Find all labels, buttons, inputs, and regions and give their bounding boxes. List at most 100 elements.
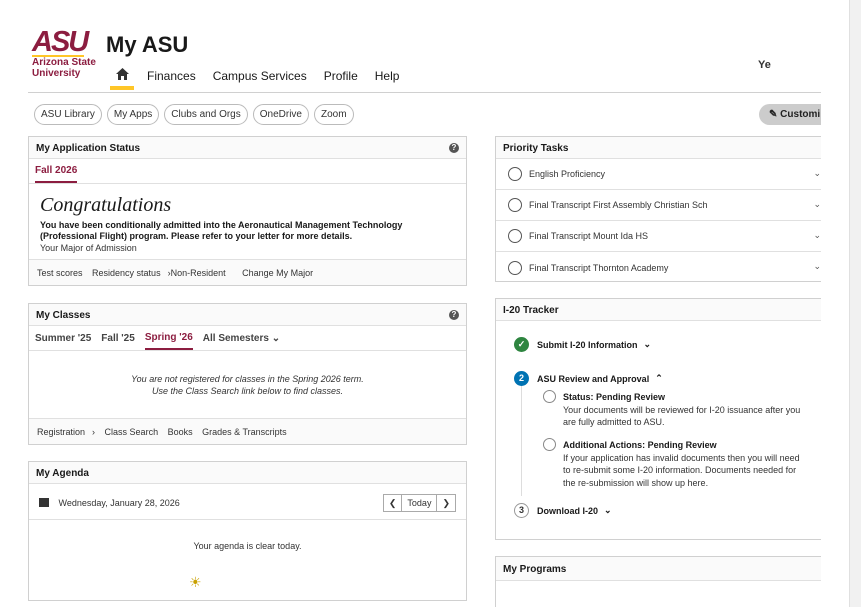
change-major-link[interactable]: Change My Major bbox=[242, 268, 313, 278]
card-header: My Agenda bbox=[29, 462, 466, 484]
task-status-icon bbox=[508, 260, 522, 275]
agenda-date-row: Wednesday, January 28, 2026 ❮ Today ❯ bbox=[29, 484, 466, 520]
card-title: My Application Status bbox=[36, 143, 141, 154]
agenda-date: Wednesday, January 28, 2026 bbox=[58, 498, 180, 508]
page: ASU Arizona State University My ASU Fina… bbox=[0, 0, 861, 607]
chevron-down-icon: ⌄ bbox=[643, 339, 652, 349]
nav-help[interactable]: Help bbox=[375, 66, 400, 83]
page-scrollbar[interactable] bbox=[849, 0, 861, 607]
asu-logo[interactable]: ASU Arizona State University bbox=[32, 28, 96, 79]
actions-text: If your application has invalid document… bbox=[563, 452, 800, 488]
task-status-icon bbox=[508, 229, 522, 243]
tab-summer-25[interactable]: Summer '25 bbox=[35, 328, 91, 349]
task-label: English Proficiency bbox=[529, 169, 606, 179]
quicklink-onedrive[interactable]: OneDrive bbox=[252, 104, 309, 125]
next-day-button[interactable]: ❯ bbox=[437, 495, 455, 511]
pencil-icon: ✎ bbox=[769, 109, 778, 120]
my-classes-card: My Classes ? Summer '25 Fall '25 Spring … bbox=[28, 303, 467, 445]
books-link[interactable]: Books bbox=[168, 427, 193, 437]
user-name[interactable]: Ye bbox=[758, 59, 820, 71]
nav-profile[interactable]: Profile bbox=[324, 66, 358, 83]
application-footer: Test scores Residency status ›Non-Residen… bbox=[29, 259, 466, 285]
i20-tracker-card: I-20 Tracker ✓ Submit I-20 Information ⌄… bbox=[495, 298, 821, 540]
card-header: I-20 Tracker bbox=[496, 299, 821, 321]
additional-actions: Additional Actions: Pending Review If yo… bbox=[543, 438, 808, 489]
quicklink-clubs-and-orgs[interactable]: Clubs and Orgs bbox=[164, 104, 248, 125]
home-icon bbox=[115, 68, 129, 80]
step-label: Submit I-20 Information bbox=[537, 339, 638, 350]
check-icon: ✓ bbox=[514, 337, 529, 352]
status-pending-review: Status: Pending Review Your documents wi… bbox=[543, 390, 808, 429]
classes-footer: Registration › Class Search Books Grades … bbox=[29, 418, 466, 444]
help-icon[interactable]: ? bbox=[449, 310, 459, 320]
card-header: My Classes ? bbox=[29, 304, 466, 326]
card-header: Priority Tasks bbox=[496, 137, 821, 159]
previous-day-button[interactable]: ❮ bbox=[384, 495, 403, 511]
step-download-i20[interactable]: 3 Download I-20 ⌄ bbox=[514, 503, 612, 518]
step-submit-i20[interactable]: ✓ Submit I-20 Information ⌄ bbox=[514, 337, 651, 352]
logo-subtitle-2: University bbox=[32, 68, 81, 79]
step-number: 3 bbox=[514, 503, 529, 518]
logo-subtitle-1: Arizona State bbox=[32, 57, 96, 68]
tab-all-semesters[interactable]: All Semesters ⌄ bbox=[203, 328, 280, 349]
chevron-down-icon: ⌄ bbox=[813, 261, 821, 271]
residency-status-label: Residency status bbox=[92, 268, 161, 278]
tracker-line bbox=[521, 376, 522, 496]
customize-button[interactable]: ✎ Customi bbox=[759, 104, 821, 125]
registration-link[interactable]: Registration › bbox=[37, 427, 95, 437]
tab-fall-25[interactable]: Fall '25 bbox=[101, 328, 135, 349]
tab-spring-26[interactable]: Spring '26 bbox=[144, 327, 193, 350]
task-item[interactable]: Final Transcript Thornton Academy ⌄ bbox=[496, 252, 821, 283]
step-asu-review[interactable]: 2 ASU Review and Approval ⌃ bbox=[514, 371, 663, 386]
chevron-down-icon: ⌄ bbox=[813, 199, 821, 209]
card-header: My Programs bbox=[496, 557, 821, 581]
customize-label: Customi bbox=[780, 109, 821, 120]
quicklink-my-apps[interactable]: My Apps bbox=[106, 104, 160, 125]
class-search-link[interactable]: Class Search bbox=[105, 427, 159, 437]
nav-campus-services[interactable]: Campus Services bbox=[213, 66, 307, 83]
residency-status-link[interactable]: Residency status ›Non-Resident bbox=[92, 268, 233, 278]
task-item[interactable]: English Proficiency ⌄ bbox=[496, 159, 821, 190]
tracker-steps: ✓ Submit I-20 Information ⌄ 2 ASU Review… bbox=[496, 321, 821, 545]
help-icon[interactable]: ? bbox=[449, 143, 459, 153]
step-number: 2 bbox=[514, 371, 529, 386]
status-circle-icon bbox=[543, 390, 556, 403]
quicklink-asu-library[interactable]: ASU Library bbox=[34, 104, 102, 125]
admission-message: You have been conditionally admitted int… bbox=[40, 220, 403, 241]
grades-transcripts-link[interactable]: Grades & Transcripts bbox=[202, 427, 287, 437]
all-semesters-label: All Semesters bbox=[202, 332, 269, 344]
quick-links: ASU Library My Apps Clubs and Orgs OneDr… bbox=[34, 104, 359, 125]
quicklink-zoom[interactable]: Zoom bbox=[314, 104, 354, 125]
task-label: Final Transcript First Assembly Christia… bbox=[529, 200, 708, 210]
task-item[interactable]: Final Transcript Mount Ida HS ⌄ bbox=[496, 221, 821, 252]
chevron-down-icon: ⌄ bbox=[813, 168, 821, 178]
actions-title: Additional Actions: Pending Review bbox=[563, 440, 717, 450]
application-status-card: My Application Status ? Fall 2026 Congra… bbox=[28, 136, 467, 286]
card-header: My Application Status ? bbox=[29, 137, 466, 159]
semester-tabs: Summer '25 Fall '25 Spring '26 All Semes… bbox=[29, 326, 466, 351]
nav-finances[interactable]: Finances bbox=[147, 66, 196, 83]
chevron-down-icon: ⌄ bbox=[271, 332, 281, 344]
nav-home[interactable] bbox=[110, 66, 134, 90]
task-status-icon bbox=[508, 167, 522, 181]
agenda-empty-message: Your agenda is clear today. bbox=[193, 541, 302, 551]
agenda-illustration-icon: ☀ bbox=[189, 574, 202, 590]
card-title: My Classes bbox=[36, 310, 91, 321]
registration-label: Registration bbox=[37, 427, 86, 437]
congratulations-heading: Congratulations bbox=[40, 194, 172, 216]
header-divider bbox=[28, 92, 821, 93]
card-title: I-20 Tracker bbox=[503, 305, 559, 316]
status-circle-icon bbox=[543, 438, 556, 451]
agenda-date-controls: ❮ Today ❯ bbox=[382, 494, 456, 512]
main-nav: Finances Campus Services Profile Help bbox=[110, 66, 416, 90]
today-button[interactable]: Today bbox=[402, 495, 438, 511]
task-item[interactable]: Final Transcript First Assembly Christia… bbox=[496, 190, 821, 221]
task-status-icon bbox=[508, 198, 522, 212]
no-classes-message: You are not registered for classes in th… bbox=[29, 373, 466, 397]
application-tabs: Fall 2026 bbox=[29, 159, 466, 184]
chevron-down-icon: ⌄ bbox=[604, 505, 612, 515]
tab-fall-2026[interactable]: Fall 2026 bbox=[35, 160, 78, 183]
chevron-up-icon: ⌃ bbox=[655, 373, 663, 383]
test-scores-link[interactable]: Test scores bbox=[37, 268, 83, 278]
major-of-admission-link[interactable]: Your Major of Admission bbox=[40, 243, 466, 253]
